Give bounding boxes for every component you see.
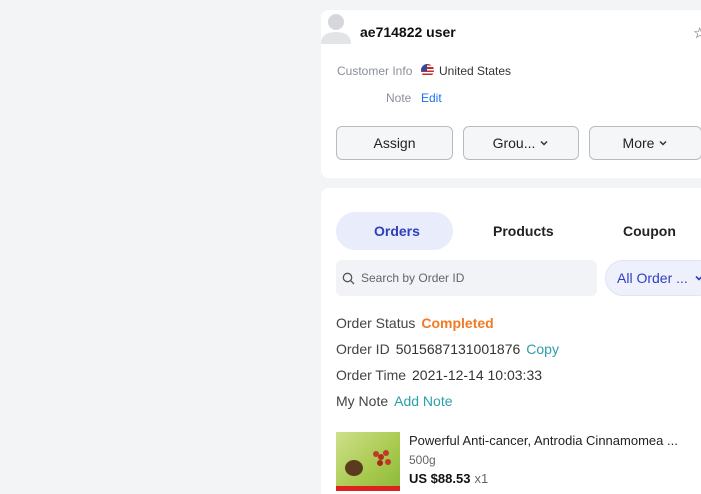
group-button-label: Grou... [492, 135, 536, 151]
chevron-down-icon [695, 275, 701, 281]
tab-products[interactable]: Products [493, 223, 554, 239]
order-status-label: Order Status [336, 315, 416, 331]
assign-button-label: Assign [373, 135, 416, 151]
search-icon [342, 272, 355, 284]
order-status-row: Order Status Completed [336, 315, 494, 331]
product-name[interactable]: Powerful Anti-cancer, Antrodia Cinnamome… [409, 433, 678, 448]
add-note-link[interactable]: Add Note [394, 393, 452, 409]
product-thumbnail[interactable] [336, 432, 400, 491]
customer-panel: ae714822 user ☆ Customer Info United Sta… [321, 10, 701, 494]
order-time-label: Order Time [336, 367, 407, 383]
tab-orders[interactable]: Orders [374, 223, 420, 239]
order-search-input[interactable] [359, 270, 583, 286]
order-search-box [336, 260, 597, 296]
order-id-row: Order ID 5015687131001876 Copy [336, 341, 559, 357]
order-id-label: Order ID [336, 341, 390, 357]
customer-info-label: Customer Info [337, 64, 413, 78]
order-time-row: Order Time 2021-12-14 10:03:33 [336, 367, 542, 383]
group-button[interactable]: Grou... [463, 126, 579, 160]
customer-country: United States [439, 64, 512, 78]
customer-username: ae714822 user [360, 24, 456, 40]
avatar [321, 14, 351, 44]
order-time-value: 2021-12-14 10:03:33 [412, 367, 543, 383]
product-price-line: US $88.53 x1 [409, 471, 488, 486]
chevron-down-icon [540, 140, 548, 146]
copy-order-id-link[interactable]: Copy [526, 341, 559, 357]
my-note-row: My Note Add Note [336, 393, 453, 409]
order-status-value: Completed [421, 315, 494, 331]
product-price: US $88.53 [409, 471, 471, 486]
more-button-label: More [622, 135, 655, 151]
more-button[interactable]: More [589, 126, 701, 160]
us-flag-icon [421, 64, 434, 77]
assign-button[interactable]: Assign [336, 126, 453, 160]
star-icon[interactable]: ☆ [693, 24, 701, 42]
customer-card: ae714822 user ☆ Customer Info United Sta… [321, 10, 701, 178]
product-quantity: x1 [474, 471, 489, 486]
edit-note-link[interactable]: Edit [421, 91, 442, 105]
orders-card: Orders Products Coupon All Order ... Ord… [321, 188, 701, 494]
chevron-down-icon [659, 140, 667, 146]
my-note-label: My Note [336, 393, 389, 409]
tab-coupon[interactable]: Coupon [623, 223, 676, 239]
note-label: Note [386, 91, 412, 105]
order-id-value: 5015687131001876 [395, 341, 521, 357]
order-filter-select[interactable]: All Order ... [605, 260, 701, 296]
product-variant: 500g [409, 453, 436, 467]
product-image [345, 450, 391, 476]
order-filter-value: All Order ... [617, 270, 688, 286]
